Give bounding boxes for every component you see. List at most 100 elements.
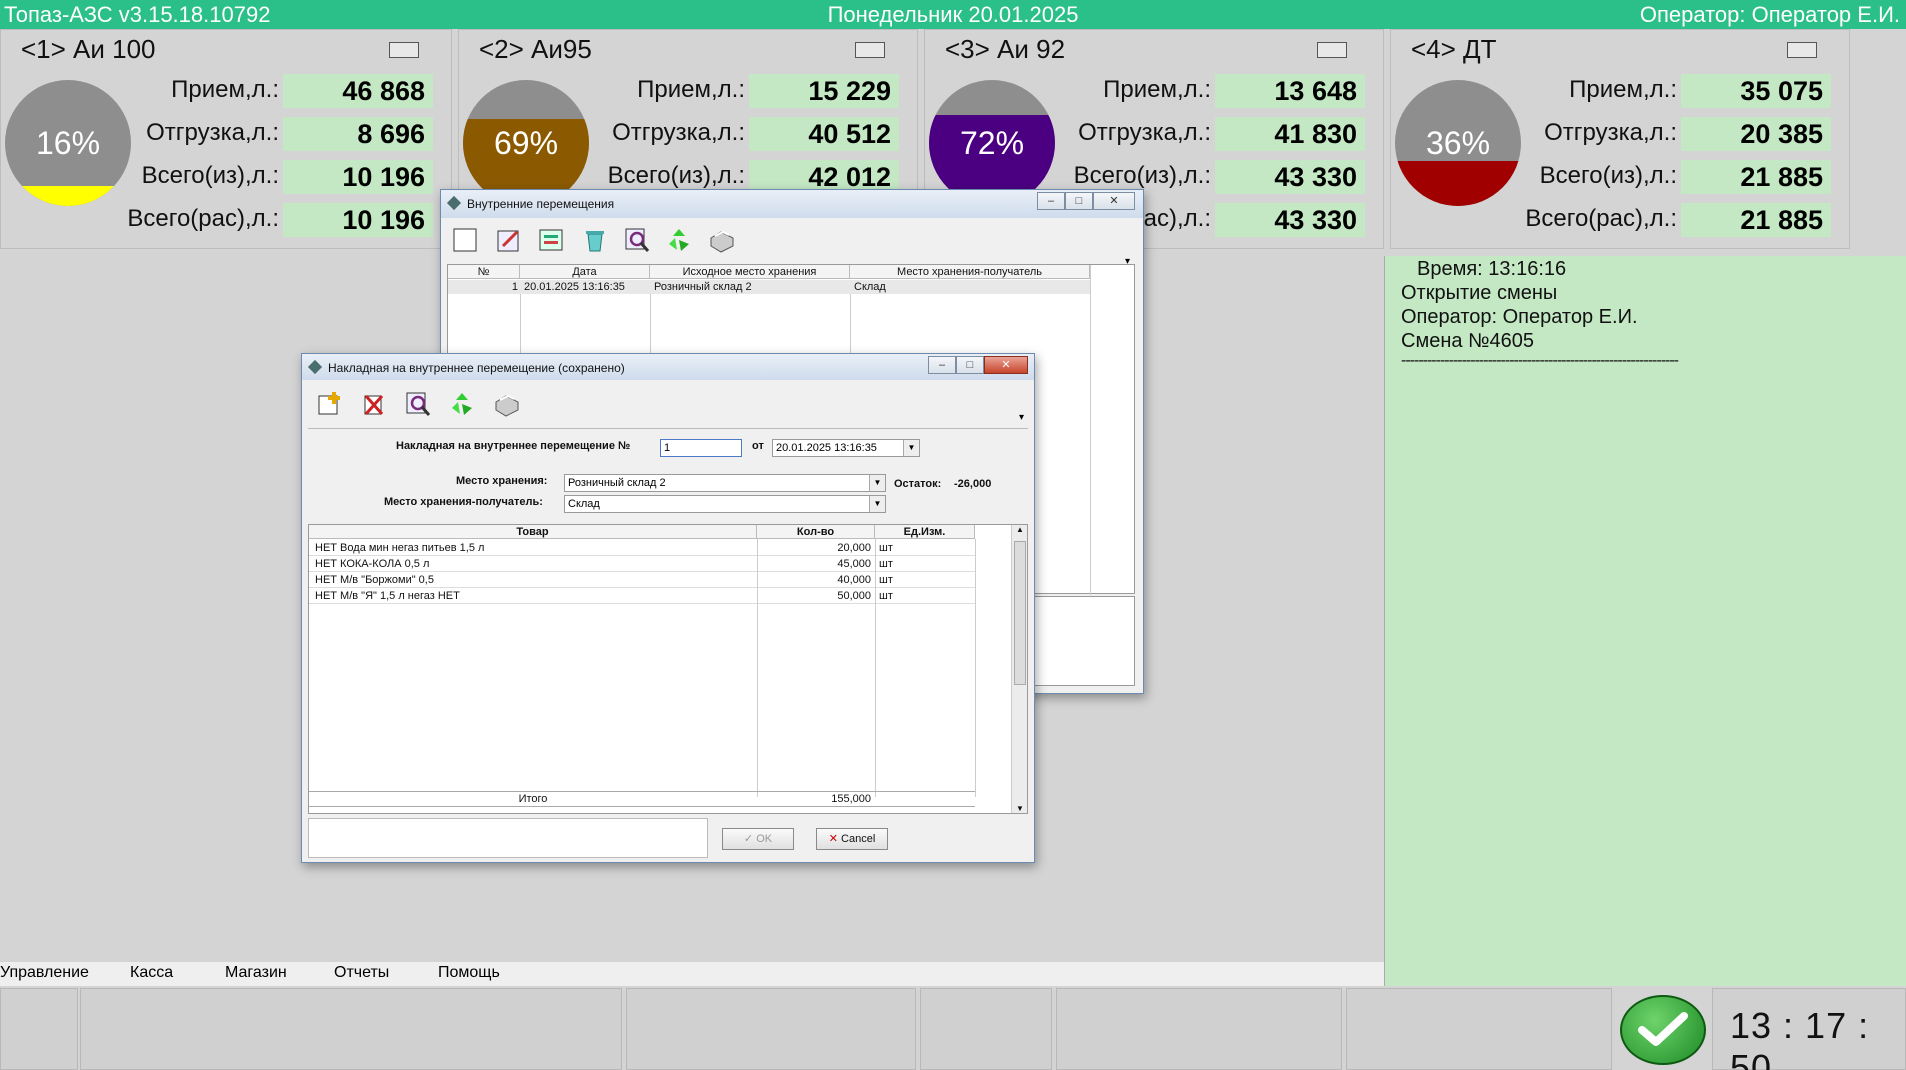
row-number: 1 — [511, 281, 518, 293]
chevron-down-icon[interactable]: ▾ — [1019, 412, 1024, 423]
cancel-button[interactable]: ✕ Cancel — [816, 828, 888, 850]
tank-toggle-button[interactable] — [1787, 42, 1817, 58]
tank-counter-row: Всего(из),л.: 21 885 — [1531, 160, 1831, 194]
title-bar: Топаз-АЗС v3.15.18.10792 Понедельник 20.… — [0, 0, 1906, 29]
tank-counter-label: Всего(из),л.: — [141, 162, 279, 189]
column-divider — [875, 539, 876, 797]
status-cell[interactable] — [920, 988, 1052, 1070]
item-unit: шт — [879, 574, 893, 586]
search-icon[interactable] — [623, 226, 651, 254]
ok-button[interactable]: ✓ OK — [722, 828, 794, 850]
tank-panel[interactable]: <4> ДТ 36% Прием,л.: 35 075 Отгрузка,л.: … — [1390, 29, 1850, 249]
column-header[interactable]: № — [448, 265, 520, 279]
maximize-button[interactable]: □ — [1065, 192, 1093, 210]
new-document-icon[interactable] — [451, 226, 479, 254]
menu-item-management[interactable]: Управление — [0, 964, 89, 982]
status-cell[interactable] — [626, 988, 916, 1070]
print-icon[interactable] — [707, 226, 735, 254]
tank-counter-value: 41 830 — [1215, 117, 1365, 151]
tank-counter-value: 46 868 — [283, 74, 433, 108]
item-name: НЕТ М/в "Я" 1,5 л негаз НЕТ — [315, 590, 460, 602]
copy-document-icon[interactable] — [537, 226, 565, 254]
from-label: от — [752, 440, 764, 452]
status-cell[interactable] — [0, 988, 78, 1070]
checkmark-icon: ✓ — [743, 833, 757, 845]
confirm-button[interactable] — [1620, 995, 1706, 1065]
tank-counter-value: 13 648 — [1215, 74, 1365, 108]
scrollbar-thumb[interactable] — [1014, 541, 1026, 685]
tank-counter-label: Всего(из),л.: — [1073, 162, 1211, 189]
tank-toggle-button[interactable] — [1317, 42, 1347, 58]
recipient-select[interactable]: Склад ▼ — [564, 495, 886, 513]
close-button[interactable]: ✕ — [984, 356, 1028, 374]
scroll-down-icon[interactable]: ▼ — [1012, 804, 1028, 813]
column-divider — [975, 539, 976, 797]
edit-icon[interactable] — [495, 226, 523, 254]
search-icon[interactable] — [404, 390, 432, 418]
column-header[interactable]: Товар — [309, 525, 757, 539]
invoice-items-grid: Товар Кол-во Ед.Изм. НЕТ Вода мин негаз … — [308, 524, 1028, 814]
tank-counter-row: Отгрузка,л.: 41 830 — [1065, 117, 1365, 151]
item-qty: 20,000 — [837, 542, 871, 554]
refresh-icon[interactable] — [448, 390, 476, 418]
tank-counter-label: Отгрузка,л.: — [146, 119, 279, 146]
status-cell[interactable] — [1056, 988, 1342, 1070]
add-item-icon[interactable] — [316, 390, 344, 418]
invoice-window-title: Накладная на внутреннее перемещение (сох… — [328, 361, 625, 375]
tank-panel[interactable]: <1> Аи 100 16% Прием,л.: 46 868 Отгрузка,… — [0, 29, 452, 249]
tank-name: <4> ДТ — [1411, 34, 1497, 64]
column-header[interactable]: Исходное место хранения — [650, 265, 850, 279]
scroll-up-icon[interactable]: ▲ — [1012, 525, 1028, 534]
tank-toggle-button[interactable] — [855, 42, 885, 58]
tank-counter-label: Всего(рас),л.: — [127, 205, 279, 232]
log-line: Открытие смены — [1401, 282, 1558, 304]
invoice-window-titlebar[interactable]: Накладная на внутреннее перемещение (сох… — [302, 354, 1034, 380]
menu-item-reports[interactable]: Отчеты — [334, 964, 389, 982]
tank-counter-value: 40 512 — [749, 117, 899, 151]
storage-select[interactable]: Розничный склад 2 ▼ — [564, 474, 886, 492]
tank-toggle-button[interactable] — [389, 42, 419, 58]
column-header[interactable]: Место хранения-получатель — [850, 265, 1090, 279]
tank-counter-value: 43 330 — [1215, 203, 1365, 237]
total-label: Итого — [518, 793, 548, 805]
minimize-button[interactable]: – — [1037, 192, 1065, 210]
column-header[interactable]: Кол-во — [757, 525, 875, 539]
tank-counter-row: Отгрузка,л.: 20 385 — [1531, 117, 1831, 151]
tank-counter-value: 35 075 — [1681, 74, 1831, 108]
tank-counter-row: Прием,л.: 13 648 — [1065, 74, 1365, 108]
invoice-number-input[interactable]: 1 — [660, 439, 742, 457]
storage-value: Розничный склад 2 — [568, 477, 666, 489]
refresh-icon[interactable] — [665, 226, 693, 254]
item-name: НЕТ М/в "Боржоми" 0,5 — [315, 574, 434, 586]
delete-item-icon[interactable] — [360, 390, 388, 418]
chevron-down-icon[interactable]: ▼ — [903, 440, 919, 456]
tank-counter-row: Всего(рас),л.: 10 196 — [127, 203, 433, 237]
menu-item-shop[interactable]: Магазин — [225, 964, 287, 982]
menu-item-cashier[interactable]: Касса — [130, 964, 173, 982]
transfers-window-titlebar[interactable]: Внутренние перемещения – □ ✕ — [441, 190, 1143, 218]
menu-bar: Управление Касса Магазин Отчеты Помощь — [0, 962, 1384, 986]
minimize-button[interactable]: – — [928, 356, 956, 374]
table-row[interactable]: 1 20.01.2025 13:16:35 Розничный склад 2 … — [448, 280, 1090, 294]
status-cell[interactable] — [1346, 988, 1612, 1070]
delete-trash-icon[interactable] — [581, 226, 609, 254]
print-icon[interactable] — [492, 390, 520, 418]
invoice-date-picker[interactable]: 20.01.2025 13:16:35 ▼ — [772, 439, 920, 457]
vertical-scrollbar[interactable]: ▲ ▼ — [1011, 525, 1027, 813]
column-header[interactable]: Дата — [520, 265, 650, 279]
maximize-button[interactable]: □ — [956, 356, 984, 374]
chevron-down-icon[interactable]: ▼ — [869, 496, 885, 512]
window-icon — [307, 359, 323, 375]
tank-level-percent: 72% — [959, 124, 1025, 161]
tank-counter-label: Отгрузка,л.: — [612, 119, 745, 146]
menu-item-help[interactable]: Помощь — [438, 964, 500, 982]
tank-counter-row: Прием,л.: 15 229 — [599, 74, 899, 108]
tank-counter-label: Отгрузка,л.: — [1078, 119, 1211, 146]
status-cell[interactable] — [80, 988, 622, 1070]
chevron-down-icon[interactable]: ▼ — [869, 475, 885, 491]
close-button[interactable]: ✕ — [1093, 192, 1135, 210]
item-unit: шт — [879, 558, 893, 570]
clock: 13 : 17 : 50 — [1730, 1005, 1870, 1070]
tank-counter-value: 21 885 — [1681, 160, 1831, 194]
column-header[interactable]: Ед.Изм. — [875, 525, 975, 539]
